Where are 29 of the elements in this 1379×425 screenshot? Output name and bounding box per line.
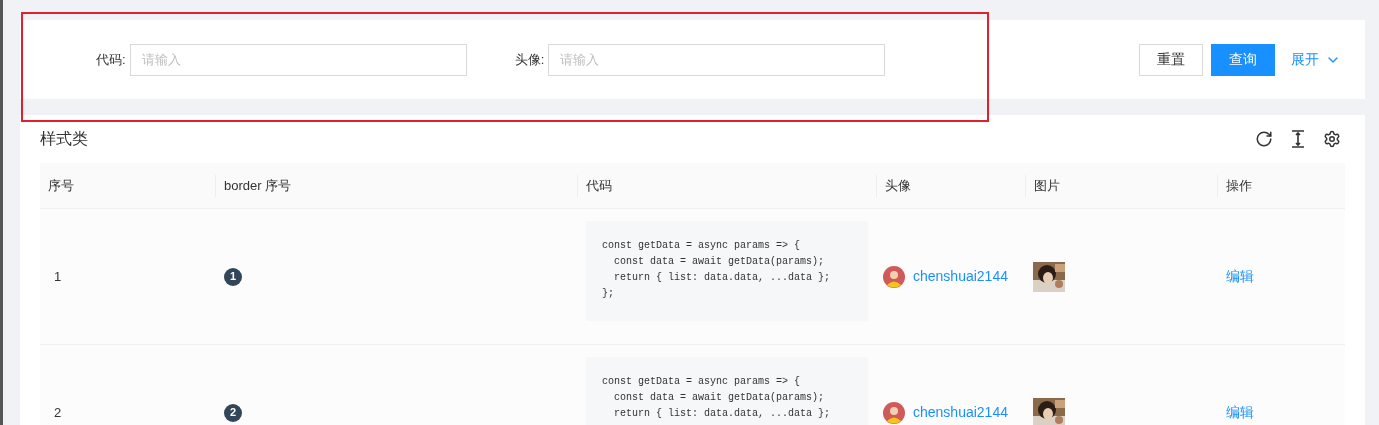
column-header: 操作 <box>1226 176 1252 195</box>
table-cell: 1 <box>54 268 62 284</box>
refresh-icon[interactable] <box>1255 130 1273 148</box>
edit-link[interactable]: 编辑 <box>1226 404 1254 420</box>
table-cell: 2 <box>54 404 62 420</box>
avatar-icon <box>883 265 905 288</box>
input-field[interactable]: 请输入 <box>129 43 467 76</box>
edit-link[interactable]: 编辑 <box>1226 268 1254 284</box>
reset-button[interactable]: 重置 <box>1139 43 1203 76</box>
column-header: border 序号 <box>224 176 292 195</box>
expand-link[interactable]: 展开 <box>1291 49 1341 70</box>
column-header: 头像 <box>885 176 911 195</box>
code-block: const getData = async params => { const data = await getData(params); return { list: data.data, ...data }; }; <box>586 221 868 321</box>
field-label: 代码: <box>96 50 126 69</box>
code-block: const getData = async params => { const data = await getData(params); return { list: data.data, ...data }; <box>586 357 868 425</box>
avatar-icon <box>883 401 905 424</box>
column-header: 代码 <box>586 176 612 195</box>
number-badge: 1 <box>224 267 242 286</box>
user-link[interactable]: chenshuai2144 <box>913 266 1008 287</box>
search-button[interactable]: 查询 <box>1211 43 1275 76</box>
column-header: 图片 <box>1034 176 1060 195</box>
user-link[interactable]: chenshuai2144 <box>913 402 1008 423</box>
column-header: 序号 <box>47 176 74 195</box>
settings-icon[interactable] <box>1323 130 1341 148</box>
field-label: 头像: <box>514 50 545 69</box>
line-height-icon[interactable] <box>1291 130 1305 148</box>
table-title: 样式类 <box>40 129 88 149</box>
input-field[interactable]: 请输入 <box>548 43 886 76</box>
number-badge: 2 <box>224 403 242 422</box>
